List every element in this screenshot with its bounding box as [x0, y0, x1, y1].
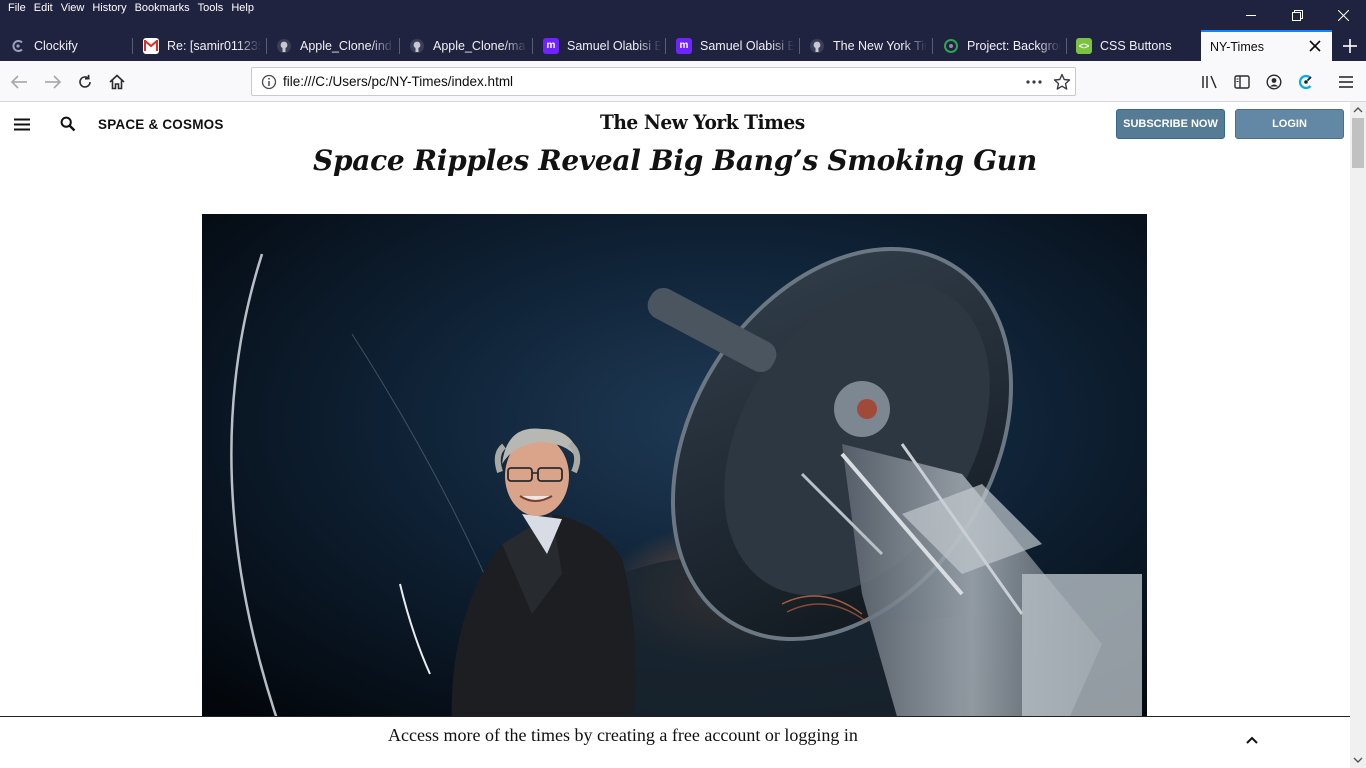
reload-button[interactable] — [72, 69, 98, 95]
hamburger-menu-icon — [1339, 76, 1353, 88]
close-window-button[interactable] — [1320, 0, 1366, 30]
signup-message[interactable]: Access more of the times by creating a f… — [388, 725, 858, 746]
tab-gmail[interactable]: Re: [samir011235/ — [143, 30, 261, 61]
scroll-down-arrow-icon[interactable] — [1353, 756, 1363, 764]
clockify-extension-button[interactable] — [1293, 69, 1319, 95]
project-icon — [943, 38, 959, 54]
login-button[interactable]: LOGIN — [1235, 109, 1344, 139]
css-icon: <> — [1076, 37, 1092, 54]
page-actions-icon[interactable] — [1024, 74, 1044, 90]
tab-github-nyt[interactable]: The New York Tin — [809, 30, 927, 61]
menu-bookmarks[interactable]: Bookmarks — [131, 1, 194, 15]
tab-clockify[interactable]: Clockify — [10, 30, 128, 61]
tab-strip: Clockify Re: [samir011235/ Apple_Clone/i… — [0, 30, 1366, 61]
clockify-icon — [10, 38, 26, 54]
nyt-logo[interactable]: The New York Times — [600, 110, 805, 134]
sidebar-icon — [1234, 75, 1250, 89]
menu-file[interactable]: File — [4, 1, 30, 15]
page-content: SPACE & COSMOS The New York Times SUBSCR… — [0, 102, 1350, 768]
github-icon — [809, 38, 825, 54]
library-icon — [1202, 75, 1217, 89]
bookmark-star-icon[interactable] — [1053, 73, 1071, 91]
signup-banner: Access more of the times by creating a f… — [0, 716, 1350, 768]
site-info-icon[interactable] — [261, 74, 277, 90]
tab-project[interactable]: Project: Backgrou — [943, 30, 1061, 61]
section-label[interactable]: SPACE & COSMOS — [98, 117, 224, 132]
back-button[interactable] — [6, 69, 32, 95]
reload-icon — [79, 74, 91, 88]
minimize-button[interactable] — [1228, 0, 1274, 30]
restore-icon — [1291, 9, 1303, 21]
menu-bar: File Edit View History Bookmarks Tools H… — [0, 0, 1366, 30]
microverse-icon: m — [676, 37, 692, 54]
navigation-toolbar: file:///C:/Users/pc/NY-Times/index.html — [0, 61, 1366, 102]
tab-microverse-1[interactable]: m Samuel Olabisi B — [543, 30, 661, 61]
subscribe-button[interactable]: SUBSCRIBE NOW — [1116, 109, 1225, 139]
url-text[interactable]: file:///C:/Users/pc/NY-Times/index.html — [283, 68, 513, 95]
open-menu-button[interactable] — [1333, 69, 1359, 95]
page-scrollbar[interactable] — [1350, 102, 1366, 768]
home-button[interactable] — [104, 69, 130, 95]
account-icon — [1266, 74, 1282, 90]
sections-menu-icon[interactable] — [14, 118, 30, 131]
menu-help[interactable]: Help — [227, 1, 258, 15]
clockify-icon — [1299, 74, 1312, 90]
scroll-up-arrow-icon[interactable] — [1353, 106, 1363, 114]
menu-tools[interactable]: Tools — [194, 1, 228, 15]
github-icon — [276, 38, 292, 54]
search-icon[interactable] — [60, 116, 76, 132]
github-icon — [409, 38, 425, 54]
sidebar-button[interactable] — [1229, 69, 1255, 95]
restore-button[interactable] — [1274, 0, 1320, 30]
gmail-icon — [143, 37, 159, 54]
tab-ny-times[interactable]: NY-Times — [1201, 30, 1332, 61]
tab-css-buttons[interactable]: <> CSS Buttons — [1076, 30, 1194, 61]
forward-arrow-icon — [45, 75, 62, 89]
account-button[interactable] — [1261, 69, 1287, 95]
close-icon — [1337, 9, 1349, 21]
menu-view[interactable]: View — [57, 1, 89, 15]
menu-history[interactable]: History — [88, 1, 130, 15]
back-arrow-icon — [10, 75, 27, 89]
browser-window: File Edit View History Bookmarks Tools H… — [0, 0, 1366, 768]
microverse-icon: m — [543, 37, 559, 54]
telescope-photo — [202, 214, 1147, 734]
menu-edit[interactable]: Edit — [30, 1, 57, 15]
new-tab-button[interactable] — [1334, 30, 1366, 61]
chevron-up-icon[interactable] — [1244, 735, 1260, 745]
library-button[interactable] — [1197, 69, 1223, 95]
address-bar[interactable]: file:///C:/Users/pc/NY-Times/index.html — [251, 67, 1076, 96]
hero-image — [202, 214, 1147, 734]
article-headline: Space Ripples Reveal Big Bang’s Smoking … — [313, 144, 1037, 177]
tab-github-apple-clone-main[interactable]: Apple_Clone/ma — [409, 30, 527, 61]
forward-button[interactable] — [40, 69, 66, 95]
close-tab-icon[interactable] — [1308, 39, 1322, 53]
home-icon — [109, 74, 125, 90]
tab-github-apple-clone-index[interactable]: Apple_Clone/ind — [276, 30, 394, 61]
tab-microverse-2[interactable]: m Samuel Olabisi B — [676, 30, 794, 61]
plus-icon — [1343, 38, 1357, 53]
minimize-icon — [1246, 15, 1256, 16]
scrollbar-thumb[interactable] — [1352, 118, 1364, 168]
